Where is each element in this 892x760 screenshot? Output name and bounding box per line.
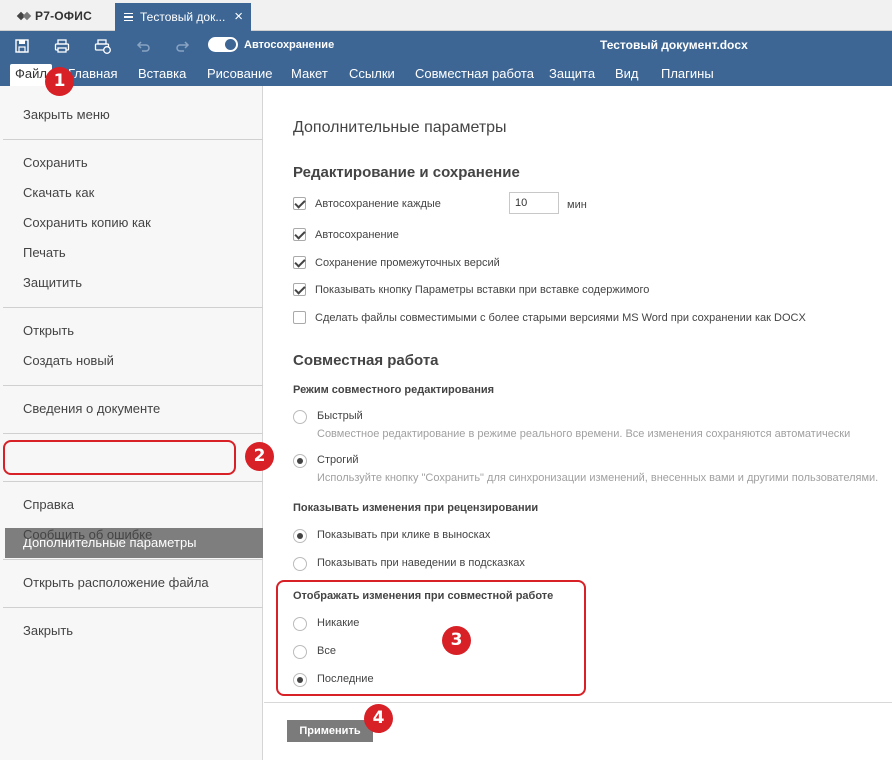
menu-open-file-location[interactable]: Открыть расположение файла — [23, 575, 209, 590]
collab-mode-strict-option[interactable]: Строгий Используйте кнопку "Сохранить" д… — [293, 454, 878, 484]
collab-mode-fast-option[interactable]: Быстрый Совместное редактирование в режи… — [293, 410, 850, 440]
app-logo: Р7-ОФИС — [16, 9, 92, 23]
apply-button[interactable]: Применить — [287, 720, 373, 742]
autosave-checkbox[interactable] — [293, 228, 306, 241]
step-badge-2: 2 — [245, 442, 274, 471]
show-on-hover-option[interactable]: Показывать при наведении в подсказках — [293, 557, 525, 571]
autosave-option[interactable]: Автосохранение — [293, 228, 399, 241]
fast-mode-radio[interactable] — [293, 410, 307, 424]
divider — [3, 139, 263, 140]
step-badge-3: 3 — [442, 626, 471, 655]
file-menu-panel: Закрыть меню Сохранить Скачать как Сохра… — [0, 86, 263, 760]
menu-plugins[interactable]: Плагины — [661, 64, 714, 86]
autosave-every-option[interactable]: Автосохранение каждые — [293, 197, 441, 210]
strict-mode-description: Используйте кнопку "Сохранить" для синхр… — [317, 472, 879, 484]
paste-options-label: Показывать кнопку Параметры вставки при … — [315, 283, 650, 296]
strict-mode-radio[interactable] — [293, 454, 307, 468]
save-versions-label: Сохранение промежуточных версий — [315, 256, 500, 269]
paste-options-button-option[interactable]: Показывать кнопку Параметры вставки при … — [293, 283, 649, 296]
highlight-advanced-settings — [3, 440, 236, 475]
compat-docx-option[interactable]: Сделать файлы совместимыми с более стары… — [293, 311, 806, 324]
divider — [3, 307, 263, 308]
page-title: Дополнительные параметры — [293, 119, 507, 136]
compat-docx-checkbox[interactable] — [293, 311, 306, 324]
step-badge-1: 1 — [45, 67, 74, 96]
divider — [3, 559, 263, 560]
save-versions-checkbox[interactable] — [293, 256, 306, 269]
close-icon[interactable]: × — [234, 9, 243, 24]
editor-header: Автосохранение Тестовый документ.docx Фа… — [0, 31, 892, 86]
divider — [3, 481, 263, 482]
menu-open[interactable]: Открыть — [23, 323, 74, 338]
review-changes-heading: Показывать изменения при рецензировании — [293, 502, 539, 514]
logo-text: Р7-ОФИС — [35, 9, 92, 23]
show-on-click-option[interactable]: Показывать при клике в выносках — [293, 529, 490, 543]
logo-icon — [16, 10, 32, 22]
menu-create-new[interactable]: Создать новый — [23, 353, 114, 368]
collab-mode-heading: Режим совместного редактирования — [293, 384, 495, 396]
autosave-every-label: Автосохранение каждые — [315, 197, 441, 210]
title-tab-strip: Р7-ОФИС Тестовый док... × — [0, 0, 892, 31]
autosave-every-checkbox[interactable] — [293, 197, 306, 210]
menu-print[interactable]: Печать — [23, 245, 66, 260]
menu-close[interactable]: Закрыть — [23, 623, 73, 638]
redo-icon[interactable] — [175, 38, 191, 54]
save-icon[interactable] — [14, 38, 30, 54]
main-menu: Файл Главная Вставка Рисование Макет Ссы… — [0, 62, 892, 86]
autosave-label: Автосохранение — [315, 228, 399, 241]
menu-help[interactable]: Справка — [23, 497, 74, 512]
menu-protection[interactable]: Защита — [549, 64, 595, 86]
autosave-interval-input[interactable]: 10 — [509, 192, 559, 214]
menu-report-error[interactable]: Сообщить об ошибке — [23, 527, 152, 542]
show-on-click-radio[interactable] — [293, 529, 307, 543]
menu-layout[interactable]: Макет — [291, 64, 328, 86]
document-tab[interactable]: Тестовый док... × — [115, 3, 251, 31]
document-tab-title: Тестовый док... — [140, 10, 226, 24]
menu-protect[interactable]: Защитить — [23, 275, 82, 290]
section-collab-heading: Совместная работа — [293, 352, 439, 369]
menu-collaboration[interactable]: Совместная работа — [415, 64, 534, 86]
quick-print-icon[interactable] — [94, 38, 111, 54]
footer-divider — [264, 702, 892, 703]
divider — [3, 433, 263, 434]
show-on-hover-radio[interactable] — [293, 557, 307, 571]
show-on-hover-label: Показывать при наведении в подсказках — [317, 557, 525, 569]
minutes-unit-label: мин — [567, 199, 587, 211]
autosave-toggle-label: Автосохранение — [244, 38, 335, 51]
menu-document-info[interactable]: Сведения о документе — [23, 401, 160, 416]
menu-home[interactable]: Главная — [68, 64, 117, 86]
paste-options-checkbox[interactable] — [293, 283, 306, 296]
compat-docx-label: Сделать файлы совместимыми с более стары… — [315, 311, 806, 324]
document-title: Тестовый документ.docx — [600, 38, 748, 52]
section-editing-heading: Редактирование и сохранение — [293, 164, 520, 181]
autosave-toggle[interactable]: Автосохранение — [208, 37, 334, 52]
divider — [3, 607, 263, 608]
fast-mode-description: Совместное редактирование в режиме реаль… — [317, 428, 851, 440]
undo-icon[interactable] — [135, 38, 151, 54]
divider — [3, 385, 263, 386]
menu-draw[interactable]: Рисование — [207, 64, 272, 86]
menu-references[interactable]: Ссылки — [349, 64, 395, 86]
toggle-switch-icon[interactable] — [208, 37, 238, 52]
menu-view[interactable]: Вид — [615, 64, 639, 86]
menu-download-as[interactable]: Скачать как — [23, 185, 94, 200]
menu-close-menu[interactable]: Закрыть меню — [23, 107, 110, 122]
menu-save-copy-as[interactable]: Сохранить копию как — [23, 215, 151, 230]
fast-mode-label: Быстрый — [317, 410, 363, 422]
menu-insert[interactable]: Вставка — [138, 64, 186, 86]
step-badge-4: 4 — [364, 704, 393, 733]
menu-save[interactable]: Сохранить — [23, 155, 88, 170]
menu-icon — [124, 12, 133, 22]
strict-mode-label: Строгий — [317, 454, 359, 466]
show-on-click-label: Показывать при клике в выносках — [317, 529, 491, 541]
highlight-display-changes — [276, 580, 586, 696]
print-icon[interactable] — [54, 38, 70, 54]
save-versions-option[interactable]: Сохранение промежуточных версий — [293, 256, 500, 269]
